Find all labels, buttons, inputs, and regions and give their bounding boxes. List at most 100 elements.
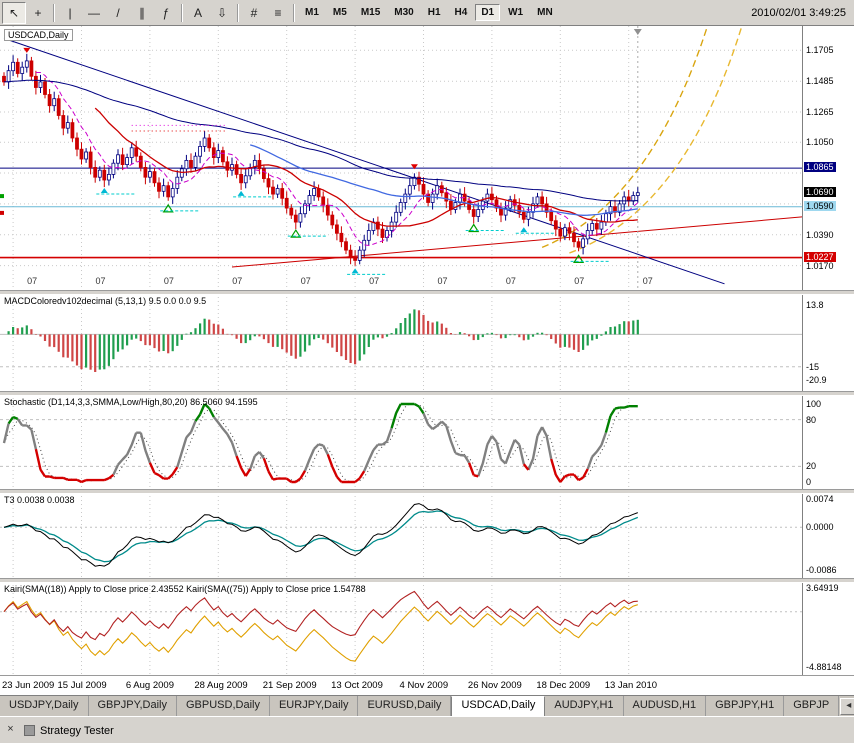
chart-tabs-bar: USDJPY,Daily GBPJPY,Daily GBPUSD,Daily EURJ… (0, 695, 854, 717)
time-axis-label: 21 Sep 2009 (262, 680, 317, 691)
svg-text:07: 07 (27, 276, 37, 286)
time-axis-label: 15 Jul 2009 (57, 680, 107, 691)
t3-scale[interactable]: 0.0074 0.0000 -0.0086 (802, 492, 854, 578)
time-axis-label: 13 Oct 2009 (331, 680, 383, 691)
horizontal-line-tool-button[interactable]: — (82, 2, 106, 24)
panel-separator[interactable] (0, 290, 854, 295)
price-axis-label: 1.1485 (806, 76, 834, 87)
timeframe-button-h1[interactable]: H1 (422, 4, 447, 21)
pointer-tool-button[interactable]: ↖ (2, 1, 26, 24)
timeframe-button-m5[interactable]: M5 (327, 4, 353, 21)
toolbar-separator (181, 3, 183, 22)
svg-text:07: 07 (369, 276, 379, 286)
main-chart-panel: 07 07 07 07 07 07 07 07 07 07 USDCAD,Daily 1.1705… (0, 26, 854, 290)
time-axis-label: 18 Dec 2009 (536, 680, 591, 691)
scale-label: 0.0074 (806, 494, 834, 504)
t3-canvas[interactable] (0, 492, 802, 578)
macd-panel: MACDColoredv102decimal (5,13,1) 9.5 0.0 … (0, 293, 854, 391)
scale-label: 20 (806, 461, 817, 472)
stochastic-canvas[interactable] (0, 394, 802, 489)
time-axis-label: 13 Jan 2010 (604, 680, 658, 691)
scale-label: -20.9 (806, 374, 827, 385)
scale-label: -0.0086 (806, 565, 837, 575)
kairi-label: Kairi(SMA((18)) Apply to Close price 2.4… (4, 584, 366, 594)
panel-separator[interactable] (0, 578, 854, 583)
chart-area: 07 07 07 07 07 07 07 07 07 07 USDCAD,Daily 1.1705… (0, 26, 854, 696)
timeframe-button-m15[interactable]: M15 (355, 4, 386, 21)
time-axis-label: 26 Nov 2009 (467, 680, 522, 691)
chart-tab-gbpjpy-h1[interactable]: GBPJPY,H1 (706, 696, 785, 717)
t3-label: T3 0.0038 0.0038 (4, 495, 75, 505)
price-axis-label: 1.1265 (806, 107, 834, 118)
timeframe-button-h4[interactable]: H4 (449, 4, 474, 21)
toolbar-separator (293, 3, 295, 22)
grid-tool-button[interactable]: # (242, 2, 266, 24)
main-chart-canvas[interactable]: 07 07 07 07 07 07 07 07 07 07 (0, 26, 802, 290)
macd-scale[interactable]: 13.8 -15 -20.9 (802, 293, 854, 391)
chart-tab-eurjpy-daily[interactable]: EURJPY,Daily (269, 696, 359, 717)
timeframe-button-w1[interactable]: W1 (502, 4, 529, 21)
timeframe-group: M1 M5 M15 M30 H1 H4 D1 W1 MN (290, 3, 560, 22)
kairi-canvas[interactable] (0, 581, 802, 675)
chart-tab-audjpy-h1[interactable]: AUDJPY,H1 (545, 696, 624, 717)
chart-tab-gbpjp[interactable]: GBPJP (784, 696, 840, 717)
price-axis-label: 1.0390 (806, 229, 834, 240)
kairi-panel: Kairi(SMA((18)) Apply to Close price 2.4… (0, 581, 854, 675)
fibonacci-tool-button[interactable]: ƒ (154, 2, 178, 24)
scale-label: 80 (806, 414, 817, 425)
chart-tab-gbpjpy-daily[interactable]: GBPJPY,Daily (88, 696, 177, 717)
stochastic-panel: Stochastic (D1,14,3,3,SMMA,Low/High,80,2… (0, 394, 854, 489)
server-clock: 2010/02/01 3:49:25 (751, 6, 846, 19)
macd-canvas[interactable] (0, 293, 802, 391)
price-marker: 1.0227 (804, 251, 836, 262)
chart-tab-gbpusd-daily[interactable]: GBPUSD,Daily (177, 696, 270, 717)
scale-label: 13.8 (806, 299, 824, 310)
stochastic-label: Stochastic (D1,14,3,3,SMMA,Low/High,80,2… (4, 397, 258, 407)
status-bar: × Strategy Tester (0, 716, 854, 743)
stochastic-scale[interactable]: 100 80 20 0 (802, 394, 854, 489)
toolbar-separator (53, 3, 55, 22)
timeframe-button-m30[interactable]: M30 (388, 4, 419, 21)
chart-tab-usdjpy-daily[interactable]: USDJPY,Daily (0, 696, 89, 717)
equidistant-channel-tool-button[interactable]: ∥ (130, 2, 154, 24)
chart-tab-audusd-h1[interactable]: AUDUSD,H1 (623, 696, 707, 717)
scale-label: 0 (806, 477, 812, 487)
scale-label: 100 (806, 399, 822, 409)
svg-text:07: 07 (506, 276, 516, 286)
panel-separator[interactable] (0, 489, 854, 494)
strategy-tester-icon (24, 725, 35, 736)
tabs-scroll-left-button[interactable]: ◂ (840, 698, 854, 715)
chart-tab-eurusd-daily[interactable]: EURUSD,Daily (358, 696, 452, 717)
text-tool-button[interactable]: A (186, 2, 210, 24)
timeframe-button-m1[interactable]: M1 (299, 4, 325, 21)
price-axis-label: 1.1050 (806, 137, 834, 148)
strategy-tester-label: Strategy Tester (40, 724, 114, 737)
toolbar: ↖ + | — / ∥ ƒ A ⇩ # ≡ M1 M5 M15 M30 H1 H4 D1 W1 MN 2010/02… (0, 0, 854, 26)
chart-tabs: USDJPY,Daily GBPJPY,Daily GBPUSD,Daily EURJ… (0, 696, 840, 717)
svg-text:07: 07 (438, 276, 448, 286)
chart-tab-usdcad-daily[interactable]: USDCAD,Daily (451, 696, 546, 717)
timeframe-button-mn[interactable]: MN (531, 4, 559, 21)
time-axis-label: 4 Nov 2009 (399, 680, 449, 691)
svg-text:07: 07 (301, 276, 311, 286)
time-axis[interactable]: 23 Jun 2009 15 Jul 2009 6 Aug 2009 28 Aug 2… (0, 675, 854, 696)
kairi-scale[interactable]: 3.64919 -4.88148 (802, 581, 854, 675)
svg-text:07: 07 (232, 276, 242, 286)
crosshair-tool-button[interactable]: + (26, 2, 50, 24)
trendline-tool-button[interactable]: / (106, 2, 130, 24)
timeframe-button-d1[interactable]: D1 (475, 4, 501, 21)
price-scale[interactable]: 1.1705 1.1485 1.1265 1.1050 1.0390 1.0170 1.08… (802, 26, 854, 290)
scale-label: 0.0000 (806, 522, 834, 533)
close-icon[interactable]: × (3, 723, 18, 738)
vertical-line-tool-button[interactable]: | (58, 2, 82, 24)
panel-separator[interactable] (0, 391, 854, 396)
mt4-window: ↖ + | — / ∥ ƒ A ⇩ # ≡ M1 M5 M15 M30 H1 H4 D1 W1 MN 2010/02… (0, 0, 854, 743)
t3-panel: T3 0.0038 0.0038 0.0074 0.0000 -0.0086 (0, 492, 854, 578)
scale-label: -15 (806, 361, 820, 372)
tabs-scroll-group: ◂ ▸ (839, 696, 854, 717)
price-marker: 1.0590 (804, 200, 836, 211)
arrow-label-tool-button[interactable]: ⇩ (210, 2, 234, 24)
macd-label: MACDColoredv102decimal (5,13,1) 9.5 0.0 … (4, 296, 207, 306)
objects-list-tool-button[interactable]: ≡ (266, 2, 290, 24)
symbol-period-label: USDCAD,Daily (4, 29, 73, 41)
